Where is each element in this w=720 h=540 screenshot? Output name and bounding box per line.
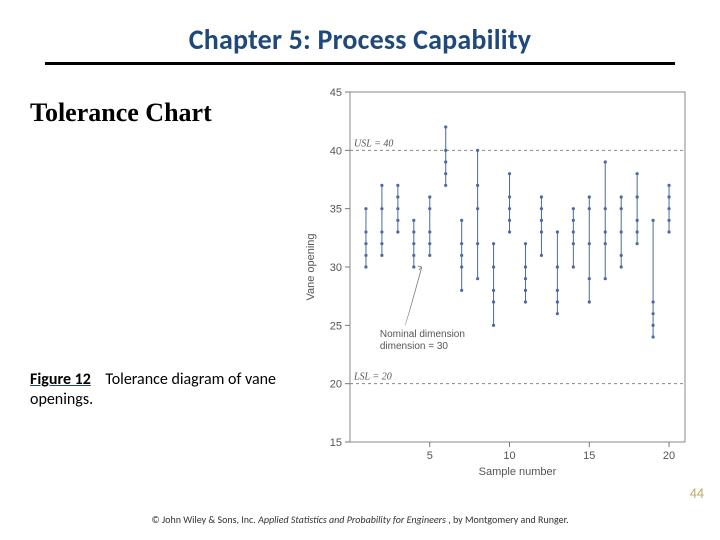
svg-text:10: 10 <box>503 450 515 462</box>
svg-text:USL = 40: USL = 40 <box>354 138 393 149</box>
svg-text:20: 20 <box>330 379 342 391</box>
slide: Chapter 5: Process Capability Tolerance … <box>0 0 720 540</box>
svg-text:40: 40 <box>330 145 342 157</box>
figure-caption: Figure 12 Tolerance diagram of vane open… <box>30 370 290 410</box>
copyright: © John Wiley & Sons, Inc. Applied Statis… <box>0 513 720 526</box>
copyright-suffix: , by Montgomery and Runger. <box>448 513 568 526</box>
tolerance-chart: 15 20 25 30 35 40 45 5 10 15 20 Sample number Vane o… <box>300 82 700 482</box>
svg-text:45: 45 <box>330 87 342 99</box>
svg-text:Nominal dimension: Nominal dimension <box>380 329 465 340</box>
svg-text:Vane opening: Vane opening <box>305 233 317 300</box>
svg-text:35: 35 <box>330 204 342 216</box>
svg-text:LSL = 20: LSL = 20 <box>353 372 392 383</box>
copyright-prefix: © John Wiley & Sons, Inc. <box>151 513 258 526</box>
svg-text:15: 15 <box>330 437 342 449</box>
svg-text:5: 5 <box>427 450 433 462</box>
svg-text:15: 15 <box>583 450 595 462</box>
svg-text:20: 20 <box>663 450 675 462</box>
svg-text:dimension = 30: dimension = 30 <box>380 341 449 352</box>
figure-number: Figure 12 <box>30 370 91 389</box>
chapter-title: Chapter 5: Process Capability <box>0 22 720 57</box>
title-rule <box>45 62 675 65</box>
svg-text:30: 30 <box>330 262 342 274</box>
section-title: Tolerance Chart <box>30 98 212 128</box>
svg-text:25: 25 <box>330 320 342 332</box>
copyright-source: Applied Statistics and Probability for E… <box>258 513 446 526</box>
svg-text:Sample number: Sample number <box>479 466 557 478</box>
page-number: 44 <box>690 485 704 502</box>
